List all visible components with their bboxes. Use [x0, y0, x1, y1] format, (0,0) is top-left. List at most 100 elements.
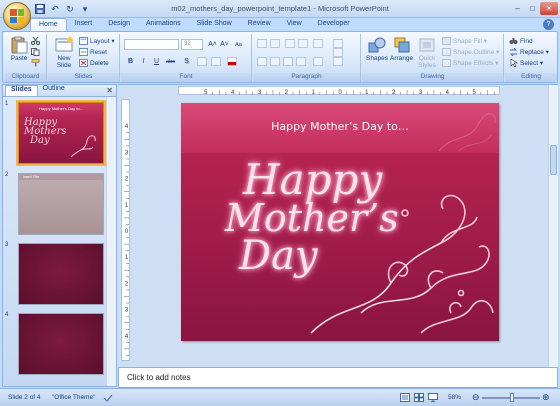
align-left-icon[interactable] [257, 57, 267, 66]
strikethrough-button[interactable]: abc [165, 56, 176, 66]
vertical-ruler: 4 3 2 1 0 1 2 3 4 [121, 99, 130, 361]
ruler-tick-label: 4 [125, 334, 129, 340]
shape-effects-button[interactable]: Shape Effects ▾ [442, 59, 498, 67]
tab-design[interactable]: Design [100, 18, 138, 32]
maximize-button[interactable]: □ [525, 2, 540, 15]
slide-thumbnail-3[interactable] [18, 243, 104, 305]
shape-fill-label: Shape Fill ▾ [453, 38, 487, 45]
editor-vertical-scrollbar[interactable] [548, 85, 558, 368]
status-bar: Slide 2 of 4 "Office Theme" 58% ⊖ ⊕ [0, 388, 560, 406]
arrange-button[interactable]: Arrange [390, 36, 413, 62]
tab-developer[interactable]: Developer [310, 18, 358, 32]
close-button[interactable]: ✕ [540, 2, 558, 15]
font-color-icon[interactable] [227, 57, 237, 66]
slide-thumbnail-1[interactable]: Happy Mother's Day to... Happy Mothers D… [18, 102, 104, 164]
select-button[interactable]: Select ▾ [509, 59, 543, 67]
align-right-icon[interactable] [283, 57, 293, 66]
help-button[interactable]: ? [543, 19, 554, 30]
tab-outline[interactable]: Outline [38, 85, 70, 96]
copy-icon[interactable] [31, 48, 40, 56]
layout-button[interactable]: Layout ▾ [79, 37, 115, 45]
align-center-icon[interactable] [270, 57, 280, 66]
increase-indent-icon[interactable] [298, 39, 308, 48]
shape-fill-button[interactable]: Shape Fill ▾ [442, 37, 487, 45]
font-name-combo[interactable] [124, 39, 179, 50]
slideshow-view-icon[interactable] [428, 393, 438, 404]
slide-sorter-icon[interactable] [414, 393, 424, 404]
bullets-icon[interactable] [257, 39, 267, 48]
title-bar: ↶ ↻ ▾ m02_mothers_day_powerpoint_templat… [0, 0, 560, 18]
tab-view[interactable]: View [279, 18, 310, 32]
shapes-icon [368, 37, 386, 53]
numbering-icon[interactable] [270, 39, 280, 48]
find-button[interactable]: Find [509, 37, 533, 45]
thumb-title: Happy Mother's Day to... [39, 106, 83, 111]
replace-button[interactable]: Replace ▾ [509, 48, 549, 56]
tab-insert[interactable]: Insert [67, 18, 101, 32]
italic-button[interactable]: I [138, 56, 149, 66]
smartart-icon[interactable] [333, 48, 343, 57]
bold-button[interactable]: B [125, 56, 136, 66]
slides-group-label: Slides [48, 73, 119, 82]
zoom-slider-knob[interactable] [510, 393, 514, 402]
drawing-group: Shapes Arrange Quick Styles Shape Fill ▾… [362, 34, 504, 82]
quick-styles-button[interactable]: Quick Styles [416, 36, 438, 69]
ruler-tick-label: 3 [258, 90, 262, 96]
thumb-title: Insert Title [23, 175, 40, 179]
shape-fill-icon [442, 37, 451, 45]
tab-review[interactable]: Review [240, 18, 279, 32]
thumbnails-scrollbar[interactable] [106, 97, 116, 386]
new-slide-icon [55, 37, 73, 52]
text-direction-icon[interactable] [333, 39, 343, 48]
align-text-icon[interactable] [333, 57, 343, 66]
underline-button[interactable]: U [151, 56, 162, 66]
ruler-tick-label: 4 [446, 90, 450, 96]
tab-home[interactable]: Home [30, 18, 67, 32]
header-swirl-ornament [438, 113, 496, 152]
paragraph-group-label: Paragraph [253, 73, 360, 82]
grow-font-button[interactable]: A˄ [207, 39, 218, 49]
tab-slide-show[interactable]: Slide Show [189, 18, 240, 32]
cut-icon[interactable] [31, 37, 40, 45]
slide-thumbnail-2[interactable]: Insert Title [18, 173, 104, 235]
change-case-icon[interactable] [211, 57, 221, 66]
format-painter-icon[interactable] [31, 59, 40, 67]
zoom-level[interactable]: 58% [448, 394, 461, 401]
line-spacing-icon[interactable] [313, 39, 323, 48]
close-panel-icon[interactable]: ✕ [106, 86, 113, 95]
slide-canvas[interactable]: Happy Mother’s Day to… Happy Mother’s Da… [181, 103, 499, 341]
office-button[interactable] [3, 2, 31, 30]
ruler-tick-label: 1 [125, 203, 129, 209]
decrease-indent-icon[interactable] [285, 39, 295, 48]
delete-button[interactable]: Delete [79, 59, 109, 67]
normal-view-icon[interactable] [400, 393, 410, 404]
tab-slides[interactable]: Slides [5, 85, 38, 96]
shapes-button[interactable]: Shapes [366, 36, 388, 62]
slide-thumbnail-4[interactable] [18, 313, 104, 375]
notes-pane[interactable]: Click to add notes [118, 367, 558, 388]
shape-outline-button[interactable]: Shape Outline ▾ [442, 48, 499, 56]
reset-button[interactable]: Reset [79, 48, 107, 56]
shadow-button[interactable]: S [181, 56, 192, 66]
character-spacing-icon[interactable] [197, 57, 207, 66]
binoculars-icon [509, 38, 518, 44]
shape-outline-label: Shape Outline ▾ [453, 49, 500, 56]
paragraph-group: Paragraph [253, 34, 361, 82]
ruler-tick-label: 0 [338, 90, 342, 96]
minimize-button[interactable]: – [510, 2, 525, 15]
font-size-combo[interactable]: 32 [181, 39, 203, 50]
columns-icon[interactable] [313, 57, 323, 66]
spell-check-icon[interactable] [103, 394, 113, 404]
paste-button[interactable]: Paste [9, 36, 29, 62]
clear-formatting-button[interactable]: Aa [233, 39, 244, 49]
zoom-out-icon[interactable]: ⊖ [472, 392, 480, 403]
justify-icon[interactable] [296, 57, 306, 66]
ruler-tick-label: 2 [285, 90, 289, 96]
tab-animations[interactable]: Animations [138, 18, 189, 32]
shrink-font-button[interactable]: A˅ [219, 39, 230, 49]
new-slide-button[interactable]: New Slide [53, 36, 75, 69]
scroll-thumb[interactable] [550, 145, 557, 175]
reset-label: Reset [90, 48, 107, 56]
zoom-in-icon[interactable]: ⊕ [542, 392, 550, 403]
drawing-group-label: Drawing [362, 73, 503, 82]
